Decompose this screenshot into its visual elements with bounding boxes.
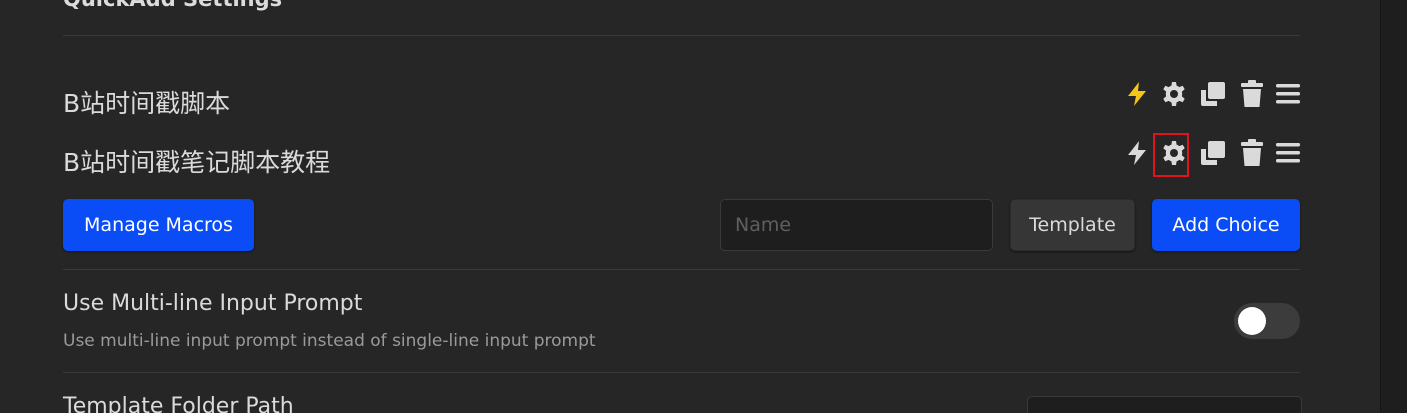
duplicate-icon[interactable] [1197,137,1229,169]
setting-name: Use Multi-line Input Prompt [63,291,363,316]
template-folder-input[interactable] [1027,396,1302,413]
drag-handle-icon[interactable] [1272,137,1304,169]
choice-type-dropdown[interactable]: Template [1010,199,1135,251]
settings-page: QuickAdd Settings B站时间戳脚本 [0,0,1407,413]
add-choice-button[interactable]: Add Choice [1152,199,1300,251]
choice-name: B站时间戳脚本 [63,89,231,118]
divider [63,372,1300,373]
choice-name: B站时间戳笔记脚本教程 [63,148,331,177]
toggle-knob [1238,307,1266,335]
choice-row: B站时间戳笔记脚本教程 [63,135,1300,177]
divider [63,35,1300,36]
lightning-icon[interactable] [1121,78,1153,110]
lightning-icon[interactable] [1121,137,1153,169]
choice-name-input[interactable] [720,199,993,251]
multiline-prompt-toggle[interactable] [1234,303,1300,339]
duplicate-icon[interactable] [1197,78,1229,110]
gear-icon[interactable] [1158,78,1190,110]
trash-icon[interactable] [1236,137,1268,169]
drag-handle-icon[interactable] [1272,78,1304,110]
divider [63,269,1300,270]
scrollbar-track[interactable] [1380,0,1407,413]
choice-row: B站时间戳脚本 [63,76,1300,118]
trash-icon[interactable] [1236,78,1268,110]
setting-description: Use multi-line input prompt instead of s… [63,331,596,351]
page-title: QuickAdd Settings [63,0,282,11]
setting-name: Template Folder Path [63,394,294,413]
manage-macros-button[interactable]: Manage Macros [63,199,254,251]
gear-icon[interactable] [1158,137,1190,169]
